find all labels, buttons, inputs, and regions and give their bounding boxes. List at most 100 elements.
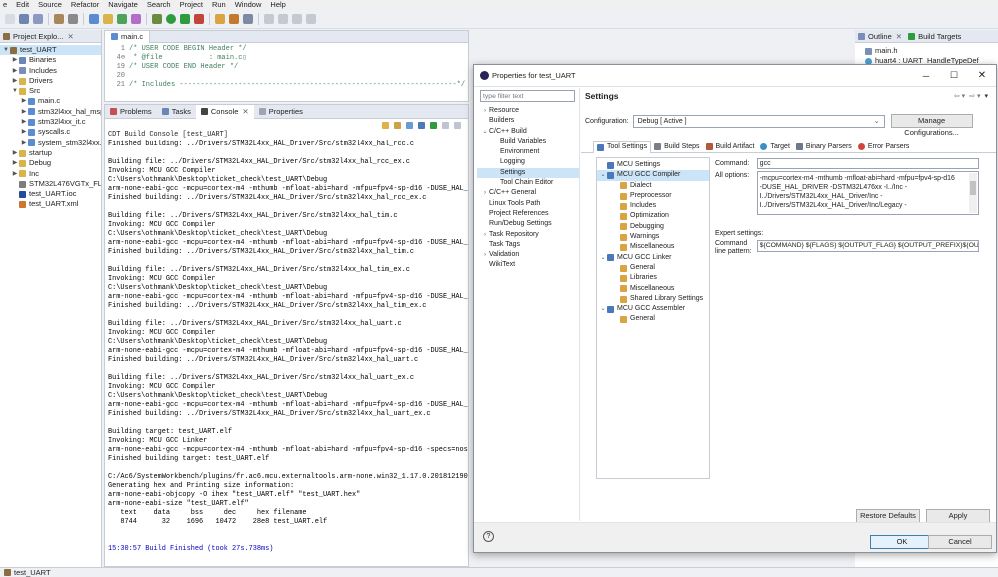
twisty-icon[interactable]: ▶	[20, 117, 28, 127]
project-tree-item[interactable]: ▶ startup	[0, 148, 101, 158]
twisty-icon[interactable]: ▶	[11, 158, 19, 168]
menu-edit[interactable]: Edit	[16, 0, 29, 9]
tab-properties[interactable]: Properties	[254, 105, 308, 119]
close-icon[interactable]: ✕	[242, 105, 248, 119]
twisty-icon[interactable]: ▶	[11, 66, 19, 76]
cancel-button[interactable]: Cancel	[928, 535, 992, 549]
display-console-icon[interactable]	[418, 121, 425, 129]
chevron-icon[interactable]: ›	[481, 188, 489, 198]
menu-refactor[interactable]: Refactor	[71, 0, 99, 9]
build-icon[interactable]	[54, 13, 64, 24]
run-icon[interactable]	[166, 13, 176, 24]
category-item[interactable]: Tool Chain Editor	[477, 178, 579, 188]
help-icon[interactable]: ?	[483, 531, 494, 542]
new-icon[interactable]	[5, 13, 15, 24]
category-item[interactable]: Build Variables	[477, 137, 579, 147]
open-task-icon[interactable]	[229, 13, 239, 24]
tool-tree-item[interactable]: Libraries	[597, 273, 709, 283]
external-tools-icon[interactable]	[194, 13, 204, 24]
project-tree-item[interactable]: ▶ Debug	[0, 158, 101, 168]
command-line-pattern-input[interactable]: ${COMMAND} ${FLAGS} ${OUTPUT_FLAG} ${OUT…	[756, 240, 979, 252]
category-item[interactable]: ⌄ C/C++ Build	[477, 127, 579, 137]
menu-source[interactable]: Source	[38, 0, 62, 9]
next-annotation-icon[interactable]	[264, 13, 274, 24]
tab-build-targets[interactable]: Build Targets	[908, 32, 961, 41]
filter-input[interactable]	[480, 90, 575, 102]
prev-annotation-icon[interactable]	[278, 13, 288, 24]
editor-tab-main-c[interactable]: main.c	[105, 30, 151, 43]
project-tree-item[interactable]: ▶ system_stm32l4xx.c	[0, 138, 101, 148]
twisty-icon[interactable]: ▶	[20, 96, 28, 106]
tool-tree-item[interactable]: Includes	[597, 201, 709, 211]
category-item[interactable]: Logging	[477, 157, 579, 167]
settings-icon[interactable]	[68, 13, 78, 24]
menu-file[interactable]: e	[3, 0, 7, 9]
category-item[interactable]: › Validation	[477, 250, 579, 260]
chevron-icon[interactable]: ›	[481, 106, 489, 116]
tab-console[interactable]: Console ✕	[195, 104, 254, 119]
menu-run[interactable]: Run	[212, 0, 226, 9]
project-tree-item[interactable]: ▶ Drivers	[0, 76, 101, 86]
scroll-lock-icon[interactable]	[382, 121, 389, 129]
chevron-icon[interactable]: ›	[481, 230, 489, 240]
twisty-icon[interactable]: ▶	[11, 55, 19, 65]
new-c-project-icon[interactable]	[89, 13, 99, 24]
maximize-icon[interactable]	[454, 121, 461, 129]
apply-button[interactable]: Apply	[926, 509, 990, 523]
open-console-icon[interactable]	[430, 121, 437, 129]
chevron-icon[interactable]: ⌄	[599, 253, 607, 263]
tool-tree-item[interactable]: Preprocessor	[597, 191, 709, 201]
new-source-folder-icon[interactable]	[103, 13, 113, 24]
category-item[interactable]: Linux Tools Path	[477, 199, 579, 209]
minimize-window-button[interactable]: ─	[912, 71, 940, 81]
pin-console-icon[interactable]	[406, 121, 413, 129]
options-scrollbar[interactable]	[969, 173, 977, 213]
console-output[interactable]: Finished building: ../Drivers/STM32L4xx_…	[105, 140, 468, 554]
editor-lines[interactable]: 1/* USER CODE BEGIN Header */4⊖ * @file …	[105, 43, 468, 90]
category-item[interactable]: › Task Repository	[477, 230, 579, 240]
project-tree-item[interactable]: STM32L476VGTx_FLASH	[0, 179, 101, 189]
tab-outline[interactable]: Outline ✕	[858, 32, 902, 41]
tool-tree-item[interactable]: MCU Settings	[597, 160, 709, 170]
category-item[interactable]: › Resource	[477, 106, 579, 116]
chevron-icon[interactable]: ⌄	[599, 304, 607, 314]
project-explorer-tab[interactable]: Project Explo... ✕	[0, 30, 101, 43]
tool-tree-item[interactable]: Warnings	[597, 232, 709, 242]
restore-defaults-button[interactable]: Restore Defaults	[856, 509, 920, 523]
save-all-icon[interactable]	[33, 13, 43, 24]
project-tree-item[interactable]: ▶ main.c	[0, 96, 101, 106]
back-icon[interactable]	[292, 13, 302, 24]
view-menu-icon[interactable]: ▾	[984, 92, 988, 100]
project-tree-item[interactable]: ▶ Inc	[0, 169, 101, 179]
tool-tree-item[interactable]: ⌄ MCU GCC Assembler	[597, 304, 709, 314]
project-tree-item[interactable]: test_UART.xml	[0, 199, 101, 209]
all-options-textarea[interactable]: -mcpu=cortex-m4 -mthumb -mfloat-abi=hard…	[756, 171, 979, 215]
tab-binary-parsers[interactable]: Binary Parsers	[793, 141, 855, 153]
tool-tree-item[interactable]: ⌄ MCU GCC Compiler	[597, 170, 709, 181]
project-tree-item[interactable]: ▶ Includes	[0, 66, 101, 76]
twisty-icon[interactable]: ▶	[20, 127, 28, 137]
twisty-icon[interactable]: ▶	[20, 138, 28, 148]
category-item[interactable]: Project References	[477, 209, 579, 219]
tool-tree-item[interactable]: Miscellaneous	[597, 284, 709, 294]
tool-tree-item[interactable]: ⌄ MCU GCC Linker	[597, 253, 709, 263]
tab-problems[interactable]: Problems	[105, 105, 157, 119]
close-icon[interactable]: ✕	[896, 32, 902, 41]
forward-icon[interactable]	[306, 13, 316, 24]
project-tree-item[interactable]: ▶ Binaries	[0, 55, 101, 65]
menu-window[interactable]: Window	[235, 0, 262, 9]
tool-tree-item[interactable]: Shared Library Settings	[597, 294, 709, 304]
search-icon[interactable]	[243, 13, 253, 24]
menu-search[interactable]: Search	[147, 0, 171, 9]
tool-tree-item[interactable]: Miscellaneous	[597, 242, 709, 252]
tool-tree-item[interactable]: Debugging	[597, 222, 709, 232]
tab-tool-settings[interactable]: Tool Settings	[593, 140, 652, 153]
project-tree-item[interactable]: test_UART.ioc	[0, 189, 101, 199]
tab-tasks[interactable]: Tasks	[157, 105, 196, 119]
clear-console-icon[interactable]	[394, 121, 401, 129]
tool-tree-item[interactable]: General	[597, 314, 709, 324]
chevron-icon[interactable]: ⌄	[599, 170, 607, 180]
debug-icon[interactable]	[152, 13, 162, 24]
open-type-icon[interactable]	[215, 13, 225, 24]
new-header-icon[interactable]	[131, 13, 141, 24]
